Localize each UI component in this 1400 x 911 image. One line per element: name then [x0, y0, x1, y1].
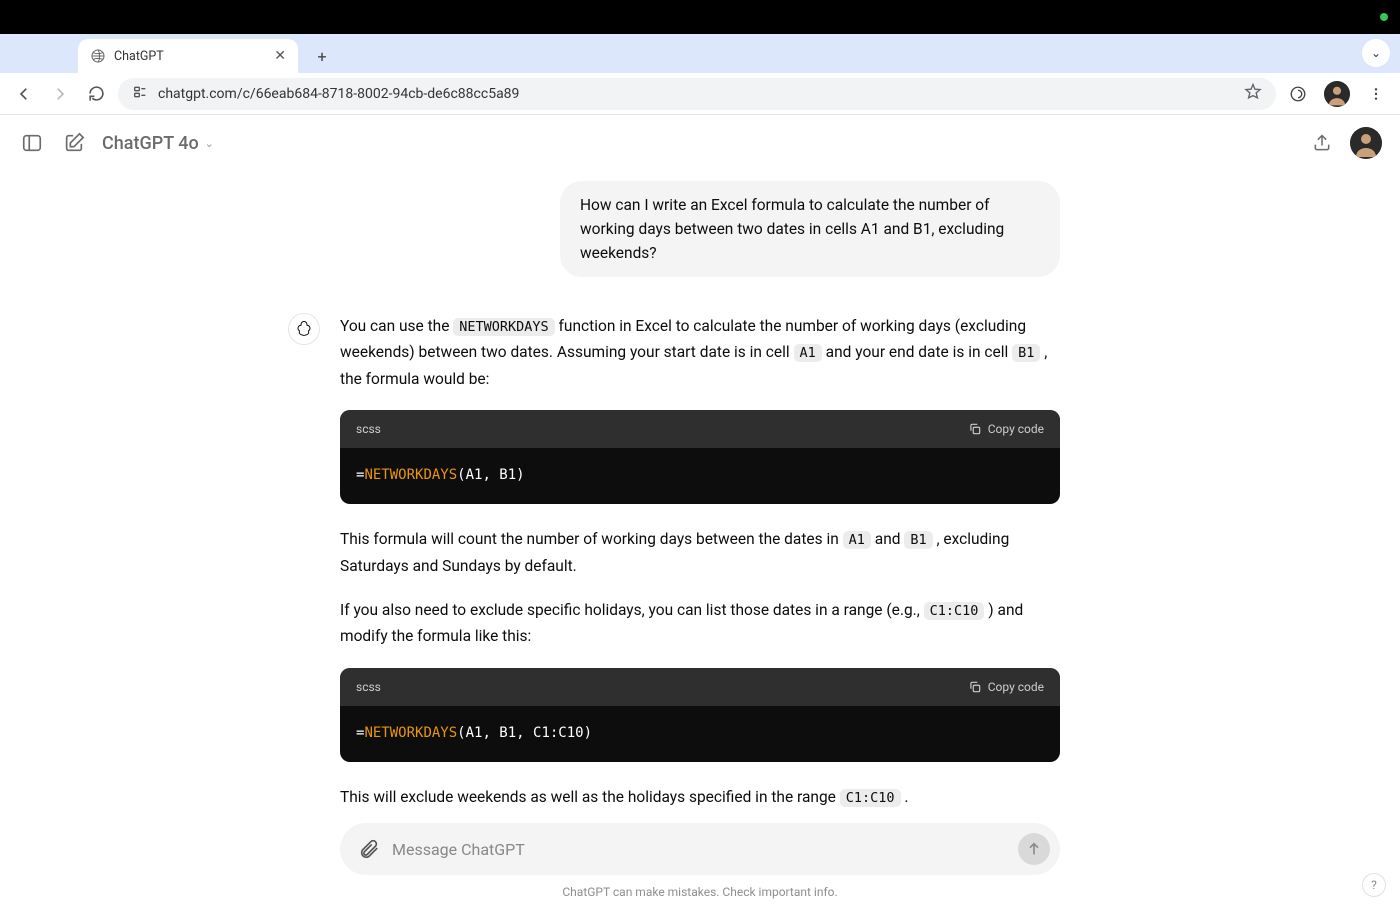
code-content: =NETWORKDAYS(A1, B1, C1:C10)	[340, 706, 1060, 762]
extension-icon[interactable]	[1284, 80, 1312, 108]
code-content: =NETWORKDAYS(A1, B1)	[340, 448, 1060, 504]
help-button[interactable]: ?	[1362, 873, 1386, 897]
share-icon[interactable]	[1308, 129, 1336, 157]
user-message: How can I write an Excel formula to calc…	[340, 181, 1060, 277]
user-avatar[interactable]	[1350, 127, 1382, 159]
browser-tab-strip: ChatGPT ✕ + ⌄	[0, 34, 1400, 73]
code-block: scss Copy code =NETWORKDAYS(A1, B1, C1:C…	[340, 668, 1060, 762]
app-header: ChatGPT 4o ⌄	[0, 115, 1400, 171]
reload-button[interactable]	[82, 80, 110, 108]
assistant-paragraph: This formula will count the number of wo…	[340, 526, 1060, 579]
code-lang-label: scss	[356, 677, 381, 697]
composer-area: Message ChatGPT ChatGPT can make mistake…	[0, 813, 1400, 911]
assistant-message: You can use the NETWORKDAYS function in …	[340, 313, 1060, 813]
forward-button[interactable]	[46, 80, 74, 108]
copy-code-button[interactable]: Copy code	[968, 677, 1044, 697]
os-menubar	[0, 0, 1400, 34]
assistant-paragraph: This will exclude weekends as well as th…	[340, 784, 1060, 810]
assistant-paragraph: You can use the NETWORKDAYS function in …	[340, 313, 1060, 392]
inline-code: A1	[794, 344, 822, 362]
site-info-icon[interactable]	[132, 84, 148, 103]
inline-code: C1:C10	[924, 602, 985, 620]
code-block: scss Copy code =NETWORKDAYS(A1, B1)	[340, 410, 1060, 504]
new-chat-icon[interactable]	[60, 129, 88, 157]
attach-icon[interactable]	[358, 838, 380, 860]
inline-code: A1	[843, 531, 871, 549]
message-input[interactable]: Message ChatGPT	[392, 840, 1006, 859]
address-bar[interactable]: chatgpt.com/c/66eab684-8718-8002-94cb-de…	[118, 78, 1276, 110]
tabs-dropdown-button[interactable]: ⌄	[1362, 39, 1390, 67]
message-composer[interactable]: Message ChatGPT	[340, 823, 1060, 875]
status-dot-icon	[1380, 13, 1388, 21]
inline-code: C1:C10	[840, 789, 901, 807]
close-tab-icon[interactable]: ✕	[274, 48, 286, 64]
chevron-down-icon: ⌄	[205, 137, 214, 150]
chat-scroll-area[interactable]: How can I write an Excel formula to calc…	[0, 171, 1400, 813]
new-tab-button[interactable]: +	[308, 42, 336, 70]
sidebar-toggle-icon[interactable]	[18, 129, 46, 157]
chatgpt-favicon-icon	[90, 48, 106, 64]
footer-disclaimer: ChatGPT can make mistakes. Check importa…	[562, 885, 837, 899]
browser-profile-avatar[interactable]	[1324, 81, 1350, 107]
browser-tab-active[interactable]: ChatGPT ✕	[78, 39, 298, 73]
assistant-avatar-icon	[288, 313, 320, 345]
inline-code: B1	[904, 531, 932, 549]
browser-menu-icon[interactable]	[1362, 80, 1390, 108]
copy-code-button[interactable]: Copy code	[968, 419, 1044, 439]
browser-toolbar: chatgpt.com/c/66eab684-8718-8002-94cb-de…	[0, 73, 1400, 115]
url-text: chatgpt.com/c/66eab684-8718-8002-94cb-de…	[158, 86, 1234, 102]
inline-code: B1	[1012, 344, 1040, 362]
tab-title: ChatGPT	[114, 49, 266, 64]
assistant-paragraph: If you also need to exclude specific hol…	[340, 597, 1060, 650]
back-button[interactable]	[10, 80, 38, 108]
code-lang-label: scss	[356, 419, 381, 439]
inline-code: NETWORKDAYS	[453, 318, 554, 336]
user-message-text: How can I write an Excel formula to calc…	[560, 181, 1060, 277]
model-name-label: ChatGPT 4o	[102, 133, 199, 154]
bookmark-icon[interactable]	[1244, 83, 1262, 105]
model-selector[interactable]: ChatGPT 4o ⌄	[102, 133, 214, 154]
send-button[interactable]	[1018, 833, 1050, 865]
